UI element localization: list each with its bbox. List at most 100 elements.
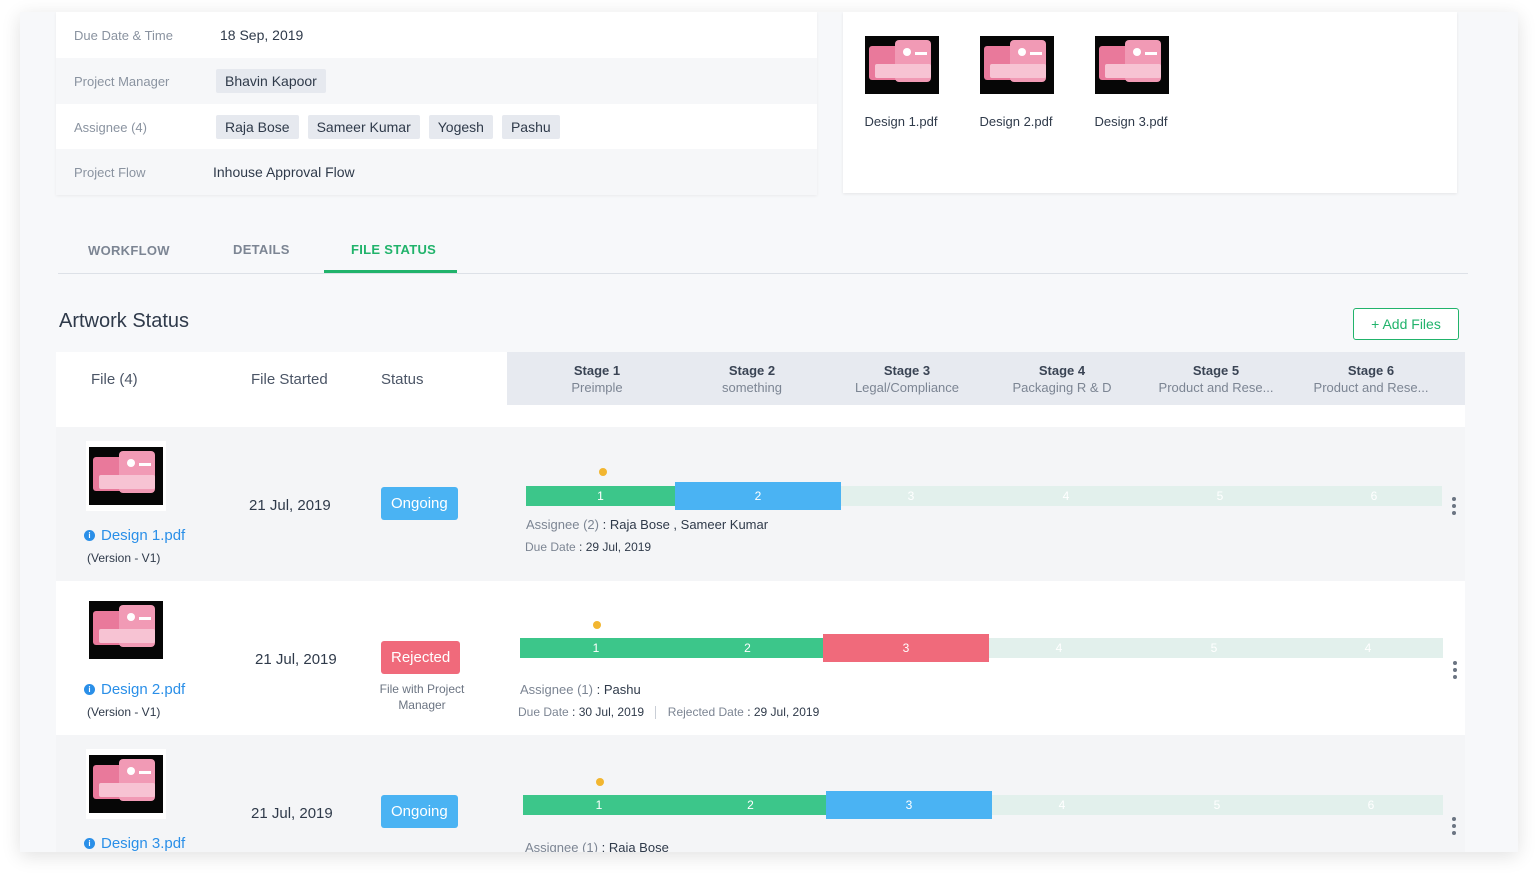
app-frame: Due Date & Time 18 Sep, 2019 Project Man… [20, 12, 1518, 852]
stage-segment[interactable]: 3 [841, 486, 981, 506]
project-flow-value: Inhouse Approval Flow [213, 164, 355, 180]
stage-segment[interactable]: 3 [826, 791, 992, 819]
stage-segment[interactable]: 4 [996, 486, 1136, 506]
file-link[interactable]: i Design 1.pdf [84, 527, 185, 544]
info-icon: i [84, 530, 95, 541]
file-link-label: Design 2.pdf [101, 681, 186, 698]
stage-header: Stage 1 Preimple Stage 2 something Stage… [507, 352, 1465, 405]
stage-segment[interactable]: 5 [1150, 486, 1290, 506]
file-started-date: 21 Jul, 2019 [255, 651, 337, 668]
table-row: i Design 3.pdf 21 Jul, 2019 Ongoing 1 2 … [56, 735, 1465, 852]
stage-column-4: Stage 4 Packaging R & D [1012, 363, 1112, 395]
row-menu-icon[interactable] [1452, 497, 1456, 518]
active-tab-indicator [324, 270, 457, 273]
stage-segment[interactable]: 1 [526, 486, 675, 506]
file-thumb[interactable]: Design 3.pdf [1086, 36, 1176, 129]
artwork-thumbnail [89, 601, 163, 659]
stage-progress-bar: 1 2 3 4 5 4 [520, 634, 1443, 662]
table-row: i Design 2.pdf (Version - V1) 21 Jul, 20… [56, 581, 1465, 735]
assignee-label: Assignee (4) [74, 119, 147, 135]
stage-segment[interactable]: 1 [520, 638, 672, 658]
stage-marker-dot [596, 778, 604, 786]
stage-segment[interactable]: 6 [1301, 795, 1441, 815]
artwork-thumbnail [1095, 36, 1169, 94]
stage-segment[interactable]: 5 [1144, 638, 1284, 658]
file-thumb[interactable]: Design 1.pdf [856, 36, 946, 129]
row-assignee: Assignee (1) : Pashu [520, 682, 641, 697]
row-due-date: Due Date : 29 Jul, 2019 [525, 540, 652, 554]
column-header-file-started: File Started [251, 371, 328, 388]
artwork-thumbnail-wrap[interactable] [86, 749, 166, 819]
stage-column-3: Stage 3 Legal/Compliance [854, 363, 960, 395]
due-date-row: Due Date & Time 18 Sep, 2019 [56, 12, 817, 58]
table-header: File (4) File Started Status Stage 1 Pre… [56, 352, 1465, 405]
row-menu-icon[interactable] [1453, 661, 1457, 682]
stage-segment[interactable]: 5 [1147, 795, 1287, 815]
divider [655, 706, 657, 720]
file-version: (Version - V1) [87, 705, 161, 719]
stage-progress-bar: 1 2 3 4 5 6 [523, 791, 1443, 819]
file-started-date: 21 Jul, 2019 [251, 805, 333, 822]
column-header-file: File (4) [91, 371, 138, 388]
stage-column-1: Stage 1 Preimple [571, 363, 623, 395]
info-icon: i [84, 838, 95, 849]
stage-segment[interactable]: 1 [523, 795, 675, 815]
stage-segment[interactable]: 2 [672, 638, 823, 658]
file-link[interactable]: i Design 3.pdf [84, 835, 185, 852]
column-header-status: Status [381, 371, 424, 388]
stage-column-5: Stage 5 Product and Rese... [1158, 363, 1274, 395]
file-name: Design 3.pdf [1094, 114, 1168, 129]
stage-column-6: Stage 6 Product and Rese... [1313, 363, 1429, 395]
file-thumb[interactable]: Design 2.pdf [971, 36, 1061, 129]
due-date-label: Due Date & Time [74, 27, 173, 43]
tab-details[interactable]: DETAILS [233, 242, 290, 257]
artwork-thumbnail [980, 36, 1054, 94]
stage-segment[interactable]: 4 [992, 795, 1132, 815]
stage-segment[interactable]: 6 [1304, 486, 1444, 506]
status-badge: Ongoing [381, 487, 458, 520]
file-link-label: Design 3.pdf [101, 835, 186, 852]
stage-marker-dot [599, 468, 607, 476]
stage-marker-dot [593, 621, 601, 629]
project-manager-chip[interactable]: Bhavin Kapoor [216, 69, 326, 93]
files-card: Design 1.pdf Design 2.pdf Design 3.pdf [843, 12, 1457, 193]
assignee-chip[interactable]: Sameer Kumar [307, 115, 420, 139]
stage-column-2: Stage 2 something [722, 363, 782, 395]
tab-file-status[interactable]: FILE STATUS [351, 242, 436, 257]
row-menu-icon[interactable] [1452, 817, 1456, 838]
status-badge: Rejected [381, 641, 461, 674]
table-row: i Design 1.pdf (Version - V1) 21 Jul, 20… [56, 427, 1465, 581]
artwork-thumbnail [89, 447, 163, 505]
add-files-button[interactable]: + Add Files [1353, 308, 1459, 340]
stage-segment[interactable]: 2 [675, 482, 841, 510]
table-spacer [56, 405, 1465, 427]
file-name: Design 1.pdf [864, 114, 938, 129]
project-manager-row: Project Manager Bhavin Kapoor [56, 58, 817, 104]
stage-segment[interactable]: 4 [1298, 638, 1438, 658]
artwork-thumbnail-wrap[interactable] [86, 441, 166, 511]
tab-workflow[interactable]: WORKFLOW [88, 243, 170, 258]
due-date-value: 18 Sep, 2019 [220, 27, 304, 43]
status-note: File with Project Manager [379, 682, 465, 712]
assignee-chip[interactable]: Pashu [501, 115, 560, 139]
file-started-date: 21 Jul, 2019 [249, 497, 331, 514]
file-link[interactable]: i Design 2.pdf [84, 681, 185, 698]
stage-segment[interactable]: 3 [823, 634, 989, 662]
project-flow-row: Project Flow Inhouse Approval Flow [56, 149, 817, 195]
info-icon: i [84, 684, 95, 695]
row-assignee: Assignee (2) : Raja Bose , Sameer Kumar [526, 517, 769, 532]
project-manager-label: Project Manager [74, 73, 170, 89]
file-name: Design 2.pdf [979, 114, 1053, 129]
tab-bar: WORKFLOW DETAILS FILE STATUS [58, 226, 1468, 274]
assignee-chip[interactable]: Yogesh [428, 115, 493, 139]
stage-segment[interactable]: 2 [675, 795, 826, 815]
row-dates: Due Date : 30 Jul, 2019 Rejected Date : … [518, 705, 820, 720]
file-version: (Version - V1) [87, 551, 161, 565]
project-flow-label: Project Flow [74, 164, 146, 180]
artwork-thumbnail-wrap[interactable] [86, 595, 166, 665]
project-info-card: Due Date & Time 18 Sep, 2019 Project Man… [56, 12, 817, 195]
assignee-chip[interactable]: Raja Bose [216, 115, 299, 139]
row-assignee: Assignee (1) : Raja Bose [525, 840, 669, 852]
status-badge: Ongoing [381, 795, 458, 828]
stage-segment[interactable]: 4 [989, 638, 1129, 658]
